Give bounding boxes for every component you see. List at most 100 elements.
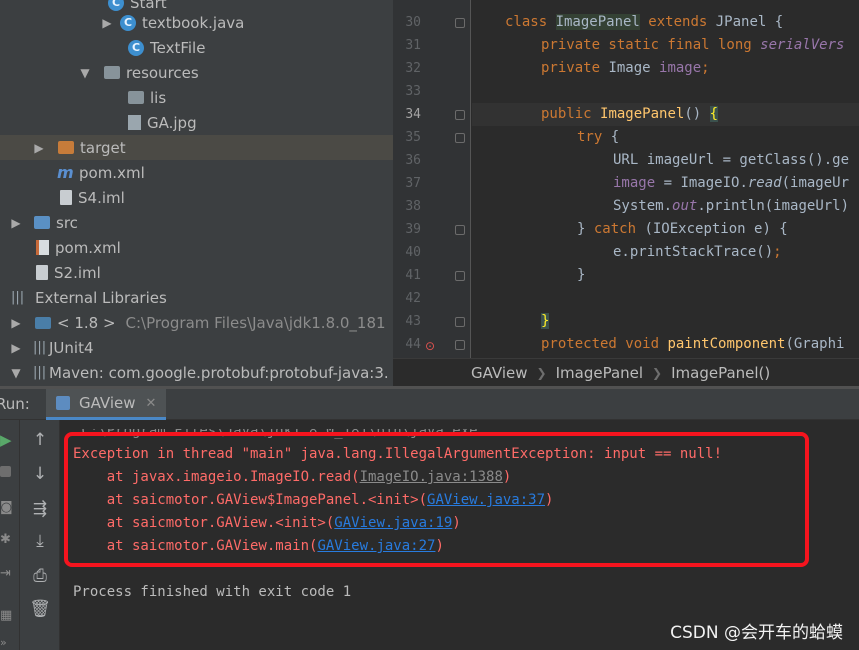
line-number: 42: [405, 291, 421, 306]
module-file-icon: [36, 265, 48, 280]
override-method-icon[interactable]: ⊙: [425, 339, 439, 353]
chevron-right-icon[interactable]: ▶: [32, 141, 46, 155]
highlight-annotation-box: [64, 432, 809, 567]
login-icon[interactable]: ⇥: [0, 566, 14, 582]
tree-item-jdk[interactable]: ▶ < 1.8 > C:\Program Files\Java\jdk1.8.0…: [0, 310, 393, 335]
soft-wrap-icon[interactable]: ⇶: [29, 498, 51, 520]
breadcrumb-item[interactable]: GAView: [471, 364, 528, 382]
process-exit-message: Process finished with exit code 1: [73, 584, 352, 600]
tree-item-label: TextFile: [150, 38, 206, 57]
code-editor[interactable]: class ImagePanel extends JPanel { privat…: [472, 0, 859, 358]
image-file-icon: [128, 115, 141, 130]
tree-item-src[interactable]: ▶ src: [0, 210, 393, 235]
fold-icon[interactable]: [455, 317, 465, 327]
tree-item-label: < 1.8 >: [57, 313, 116, 332]
application-icon: [56, 396, 70, 410]
tree-item-external-libraries[interactable]: ||| External Libraries: [0, 285, 393, 310]
tree-item-label: pom.xml: [79, 163, 145, 182]
code-line-37: image = ImageIO.read(imageUr: [613, 175, 850, 191]
arrow-up-icon[interactable]: ↑: [29, 429, 51, 451]
run-label: Run:: [0, 395, 30, 413]
tree-item-s4-iml[interactable]: S4.iml: [0, 185, 393, 210]
code-line-39: } catch (IOException e) {: [577, 221, 788, 237]
run-toolbar-secondary: ↑ ↓ ⇶ ⤓ ⎙ 🗑: [20, 420, 60, 650]
folder-icon: [128, 91, 144, 104]
trash-icon[interactable]: 🗑: [29, 598, 51, 620]
fold-icon[interactable]: [455, 340, 465, 350]
line-number: 31: [405, 38, 421, 53]
code-line-44: protected void paintComponent(Graphi: [541, 336, 845, 352]
chevron-down-icon[interactable]: ▼: [78, 66, 92, 80]
tree-item-pom-maven[interactable]: m pom.xml: [0, 160, 393, 185]
tree-item-label: lis: [150, 88, 167, 107]
tree-item-pom-xml[interactable]: pom.xml: [0, 235, 393, 260]
tree-item-ga-jpg[interactable]: GA.jpg: [0, 110, 393, 135]
chevron-right-icon: ❯: [652, 365, 663, 380]
run-panel-header: Run: GAView ✕: [0, 389, 859, 420]
tree-item-resources[interactable]: ▼ resources: [0, 60, 393, 85]
tree-item-label: pom.xml: [55, 238, 121, 257]
chevron-right-icon[interactable]: ▶: [9, 341, 23, 355]
code-line-31: private static final long serialVers: [541, 37, 845, 53]
tree-item-label: JUnit4: [49, 338, 94, 357]
tree-item-maven-protobuf[interactable]: ▼ ||| Maven: com.google.protobuf:protobu…: [0, 360, 393, 385]
class-icon: C: [128, 39, 144, 56]
scroll-to-end-icon[interactable]: ⤓: [29, 530, 51, 552]
folder-icon: [58, 141, 74, 154]
line-number: 30: [405, 15, 421, 30]
print-icon[interactable]: ⎙: [29, 565, 51, 587]
library-icon: |||: [33, 339, 47, 355]
chevron-right-icon[interactable]: ▶: [100, 16, 114, 30]
camera-icon[interactable]: ◙: [0, 500, 14, 516]
rerun-icon[interactable]: ▶: [0, 432, 14, 448]
tree-item-lis[interactable]: lis: [0, 85, 393, 110]
chevron-right-icon[interactable]: ▶: [9, 316, 23, 330]
class-icon: C: [108, 0, 124, 11]
line-number: 41: [405, 268, 421, 283]
chevron-down-icon[interactable]: ▼: [9, 366, 23, 380]
watermark: CSDN @会开车的蛤蟆: [670, 623, 843, 643]
code-line-38: System.out.println(imageUrl): [613, 198, 850, 214]
fold-icon[interactable]: [455, 110, 465, 120]
run-tab-gaview[interactable]: GAView ✕: [46, 389, 167, 420]
tree-item-label: textbook.java: [142, 13, 245, 32]
code-line-40: e.printStackTrace();: [613, 244, 782, 260]
tree-item-textbook[interactable]: ▶ C textbook.java: [0, 10, 393, 35]
code-line-36: URL imageUrl = getClass().ge: [613, 152, 850, 168]
stop-icon[interactable]: [0, 466, 11, 477]
arrow-down-icon[interactable]: ↓: [29, 463, 51, 485]
layout-icon[interactable]: ▦: [0, 608, 14, 624]
chevron-right-icon[interactable]: ▶: [9, 216, 23, 230]
source-folder-icon: [34, 216, 50, 229]
tree-item-s2-iml[interactable]: S2.iml: [0, 260, 393, 285]
fold-icon[interactable]: [455, 133, 465, 143]
line-number: 39: [405, 222, 421, 237]
fold-icon[interactable]: [455, 225, 465, 235]
maven-icon: m: [57, 162, 74, 182]
jdk-path: C:\Program Files\Java\jdk1.8.0_181: [125, 313, 386, 332]
code-line-43: }: [541, 313, 550, 329]
chevron-right-icon: ❯: [536, 365, 547, 380]
fold-icon[interactable]: [455, 18, 465, 28]
close-icon[interactable]: ✕: [146, 396, 157, 411]
code-line-30: class ImagePanel extends JPanel {: [505, 14, 784, 30]
libraries-icon: |||: [11, 289, 25, 305]
tree-item-junit4[interactable]: ▶ ||| JUnit4: [0, 335, 393, 360]
line-number: 44: [405, 337, 421, 352]
fold-icon[interactable]: [455, 271, 465, 281]
tree-item-target[interactable]: ▶ target: [0, 135, 393, 160]
tree-item-label: GA.jpg: [147, 113, 197, 132]
run-toolbar-primary: ▶ ◙ ✱ ⇥ ▦ »: [0, 420, 20, 650]
jdk-icon: [35, 316, 51, 329]
tree-item-label: S2.iml: [54, 263, 101, 282]
tree-item-label: Maven: com.google.protobuf:protobuf-java…: [49, 363, 389, 382]
line-number: 35: [405, 130, 421, 145]
tree-item-label: resources: [126, 63, 199, 82]
editor-gutter: 30 31 32 33 34 35 36 37 38 39 40 41 42 4…: [393, 0, 471, 358]
tree-item-textfile[interactable]: C TextFile: [0, 35, 393, 60]
breadcrumb-item[interactable]: ImagePanel(): [671, 364, 770, 382]
line-number-current: 34: [405, 107, 421, 122]
breadcrumb-item[interactable]: ImagePanel: [556, 364, 643, 382]
settings-icon[interactable]: ✱: [0, 532, 14, 548]
more-icon[interactable]: »: [0, 636, 14, 650]
